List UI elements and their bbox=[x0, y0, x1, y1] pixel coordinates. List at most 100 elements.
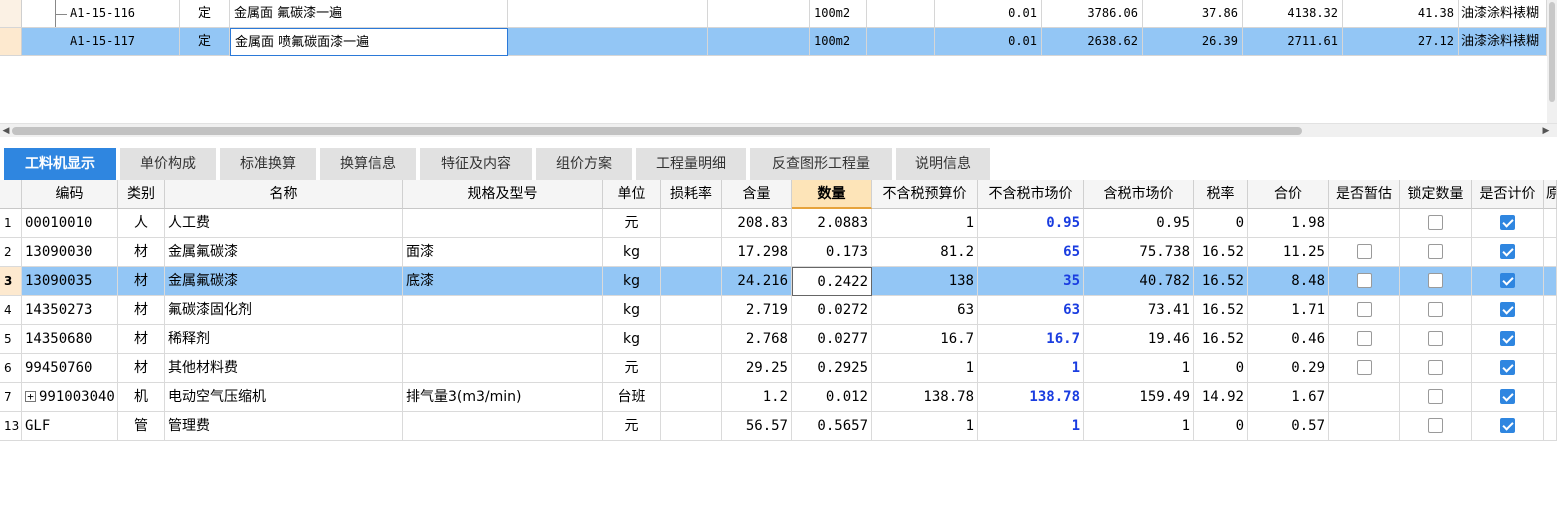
cell-lock-qty[interactable] bbox=[1400, 412, 1472, 441]
cell-total[interactable]: 8.48 bbox=[1248, 267, 1329, 296]
col-header-budget-price[interactable]: 不含税预算价 bbox=[872, 180, 978, 209]
cell-content[interactable]: 208.83 bbox=[722, 209, 792, 238]
cell-market-price[interactable]: 1 bbox=[978, 354, 1084, 383]
cell-priced[interactable] bbox=[1472, 383, 1544, 412]
cell-content[interactable]: 24.216 bbox=[722, 267, 792, 296]
cell-tax-market-price[interactable]: 0.95 bbox=[1084, 209, 1194, 238]
row-number[interactable]: 7 bbox=[0, 383, 22, 412]
cell-lock-qty[interactable] bbox=[1400, 209, 1472, 238]
quota-total2[interactable]: 41.38 bbox=[1343, 0, 1459, 28]
cell-tax-rate[interactable]: 0 bbox=[1194, 412, 1248, 441]
cell-market-price[interactable]: 65 bbox=[978, 238, 1084, 267]
cell-spec[interactable] bbox=[403, 354, 603, 383]
priced-checkbox[interactable] bbox=[1500, 330, 1515, 346]
cell-spec[interactable] bbox=[403, 296, 603, 325]
col-header-unit[interactable]: 单位 bbox=[603, 180, 661, 209]
col-header-priced[interactable]: 是否计价 bbox=[1472, 180, 1544, 209]
cell-code[interactable]: +991003040 bbox=[22, 383, 118, 412]
cell-unit[interactable]: kg bbox=[603, 267, 661, 296]
priced-checkbox[interactable] bbox=[1500, 214, 1515, 230]
tab-quantity-detail[interactable]: 工程量明细 bbox=[636, 148, 748, 180]
cell-budget-price[interactable]: 1 bbox=[872, 209, 978, 238]
quota-unit[interactable]: 100m2 bbox=[810, 28, 867, 56]
cell-budget-price[interactable]: 81.2 bbox=[872, 238, 978, 267]
table-row[interactable]: 6 99450760 材其他材料费元 29.25 0.2925 1 1 1 0 0.29 bbox=[0, 354, 1557, 383]
cell-total[interactable]: 0.29 bbox=[1248, 354, 1329, 383]
cell-unit[interactable]: 元 bbox=[603, 209, 661, 238]
cell-content[interactable]: 2.768 bbox=[722, 325, 792, 354]
cell-code[interactable]: GLF bbox=[22, 412, 118, 441]
lock-qty-checkbox[interactable] bbox=[1428, 301, 1443, 317]
cell-total[interactable]: 1.67 bbox=[1248, 383, 1329, 412]
cell-lock-qty[interactable] bbox=[1400, 267, 1472, 296]
cell-spec[interactable] bbox=[403, 209, 603, 238]
cell-lock-qty[interactable] bbox=[1400, 238, 1472, 267]
cell-tax-rate[interactable]: 16.52 bbox=[1194, 267, 1248, 296]
scroll-right-icon[interactable]: ▶ bbox=[1540, 124, 1552, 138]
cell-quantity[interactable]: 0.012 bbox=[792, 383, 872, 412]
cell-category[interactable]: 材 bbox=[118, 296, 165, 325]
cell-lock-qty[interactable] bbox=[1400, 325, 1472, 354]
quota-grid[interactable]: A1-15-116 定 金属面 氟碳漆一遍 100m2 0.01 3786.06… bbox=[0, 0, 1557, 120]
lock-qty-checkbox[interactable] bbox=[1428, 388, 1443, 404]
cell-tax-rate[interactable]: 0 bbox=[1194, 209, 1248, 238]
tab-pricing-scheme[interactable]: 组价方案 bbox=[536, 148, 634, 180]
cell-code[interactable]: 00010010 bbox=[22, 209, 118, 238]
cell-tax-market-price[interactable]: 159.49 bbox=[1084, 383, 1194, 412]
vertical-scrollbar[interactable] bbox=[1547, 0, 1557, 123]
col-header-loss-rate[interactable]: 损耗率 bbox=[661, 180, 722, 209]
estimated-checkbox[interactable] bbox=[1356, 243, 1372, 259]
lock-qty-checkbox[interactable] bbox=[1428, 359, 1443, 375]
cell-category[interactable]: 材 bbox=[118, 354, 165, 383]
row-header[interactable] bbox=[0, 0, 22, 28]
cell-content[interactable]: 56.57 bbox=[722, 412, 792, 441]
col-header-estimated[interactable]: 是否暂估 bbox=[1329, 180, 1400, 209]
quota-qty[interactable]: 0.01 bbox=[935, 28, 1042, 56]
cell-priced[interactable] bbox=[1472, 412, 1544, 441]
row-number[interactable]: 5 bbox=[0, 325, 22, 354]
quota-spec[interactable] bbox=[508, 0, 708, 28]
cell-lock-qty[interactable] bbox=[1400, 354, 1472, 383]
cell-content[interactable]: 17.298 bbox=[722, 238, 792, 267]
col-header-content[interactable]: 含量 bbox=[722, 180, 792, 209]
cell-loss-rate[interactable] bbox=[661, 325, 722, 354]
cell-estimated[interactable] bbox=[1329, 325, 1400, 354]
cell-original[interactable] bbox=[1544, 267, 1557, 296]
cell-priced[interactable] bbox=[1472, 296, 1544, 325]
cell-tax-market-price[interactable]: 40.782 bbox=[1084, 267, 1194, 296]
cell-loss-rate[interactable] bbox=[661, 412, 722, 441]
cell-name[interactable]: 金属氟碳漆 bbox=[165, 238, 403, 267]
cell-name[interactable]: 氟碳漆固化剂 bbox=[165, 296, 403, 325]
cell-quantity[interactable]: 2.0883 bbox=[792, 209, 872, 238]
table-row[interactable]: 4 14350273 材氟碳漆固化剂 kg 2.719 0.0272 63 63 73.41 16… bbox=[0, 296, 1557, 325]
table-row[interactable]: 3 13090035 材金属氟碳漆 底漆 kg 24.216 0.2422 138 35 40.7… bbox=[0, 267, 1557, 296]
cell-loss-rate[interactable] bbox=[661, 296, 722, 325]
tab-standard-conversion[interactable]: 标准换算 bbox=[220, 148, 318, 180]
row-header[interactable] bbox=[0, 28, 22, 56]
cell-tax-rate[interactable]: 16.52 bbox=[1194, 296, 1248, 325]
cell-spec[interactable] bbox=[403, 325, 603, 354]
cell-category[interactable]: 材 bbox=[118, 267, 165, 296]
cell-code[interactable]: 13090035 bbox=[22, 267, 118, 296]
cell-name[interactable]: 其他材料费 bbox=[165, 354, 403, 383]
cell-market-price[interactable]: 16.7 bbox=[978, 325, 1084, 354]
cell-original[interactable] bbox=[1544, 209, 1557, 238]
expand-icon[interactable]: + bbox=[25, 390, 36, 402]
scroll-left-icon[interactable]: ◀ bbox=[0, 124, 12, 138]
cell-estimated[interactable] bbox=[1329, 383, 1400, 412]
cell-category[interactable]: 材 bbox=[118, 325, 165, 354]
cell-code[interactable]: 14350273 bbox=[22, 296, 118, 325]
cell-estimated[interactable] bbox=[1329, 209, 1400, 238]
cell-category[interactable]: 材 bbox=[118, 238, 165, 267]
quota-price[interactable]: 2638.62 bbox=[1042, 28, 1143, 56]
cell-name[interactable]: 电动空气压缩机 bbox=[165, 383, 403, 412]
cell-budget-price[interactable]: 16.7 bbox=[872, 325, 978, 354]
quota-name-input[interactable]: 金属面 喷氟碳面漆一遍 bbox=[230, 28, 508, 56]
quota-row-1[interactable]: A1-15-116 定 金属面 氟碳漆一遍 100m2 0.01 3786.06… bbox=[0, 0, 1557, 28]
cell-code[interactable]: 99450760 bbox=[22, 354, 118, 383]
quota-price2[interactable]: 4138.32 bbox=[1243, 0, 1343, 28]
cell-original[interactable] bbox=[1544, 296, 1557, 325]
cell-quantity[interactable]: 0.2422 bbox=[792, 267, 872, 296]
quota-code[interactable]: A1-15-117 bbox=[22, 28, 180, 56]
cell-estimated[interactable] bbox=[1329, 296, 1400, 325]
